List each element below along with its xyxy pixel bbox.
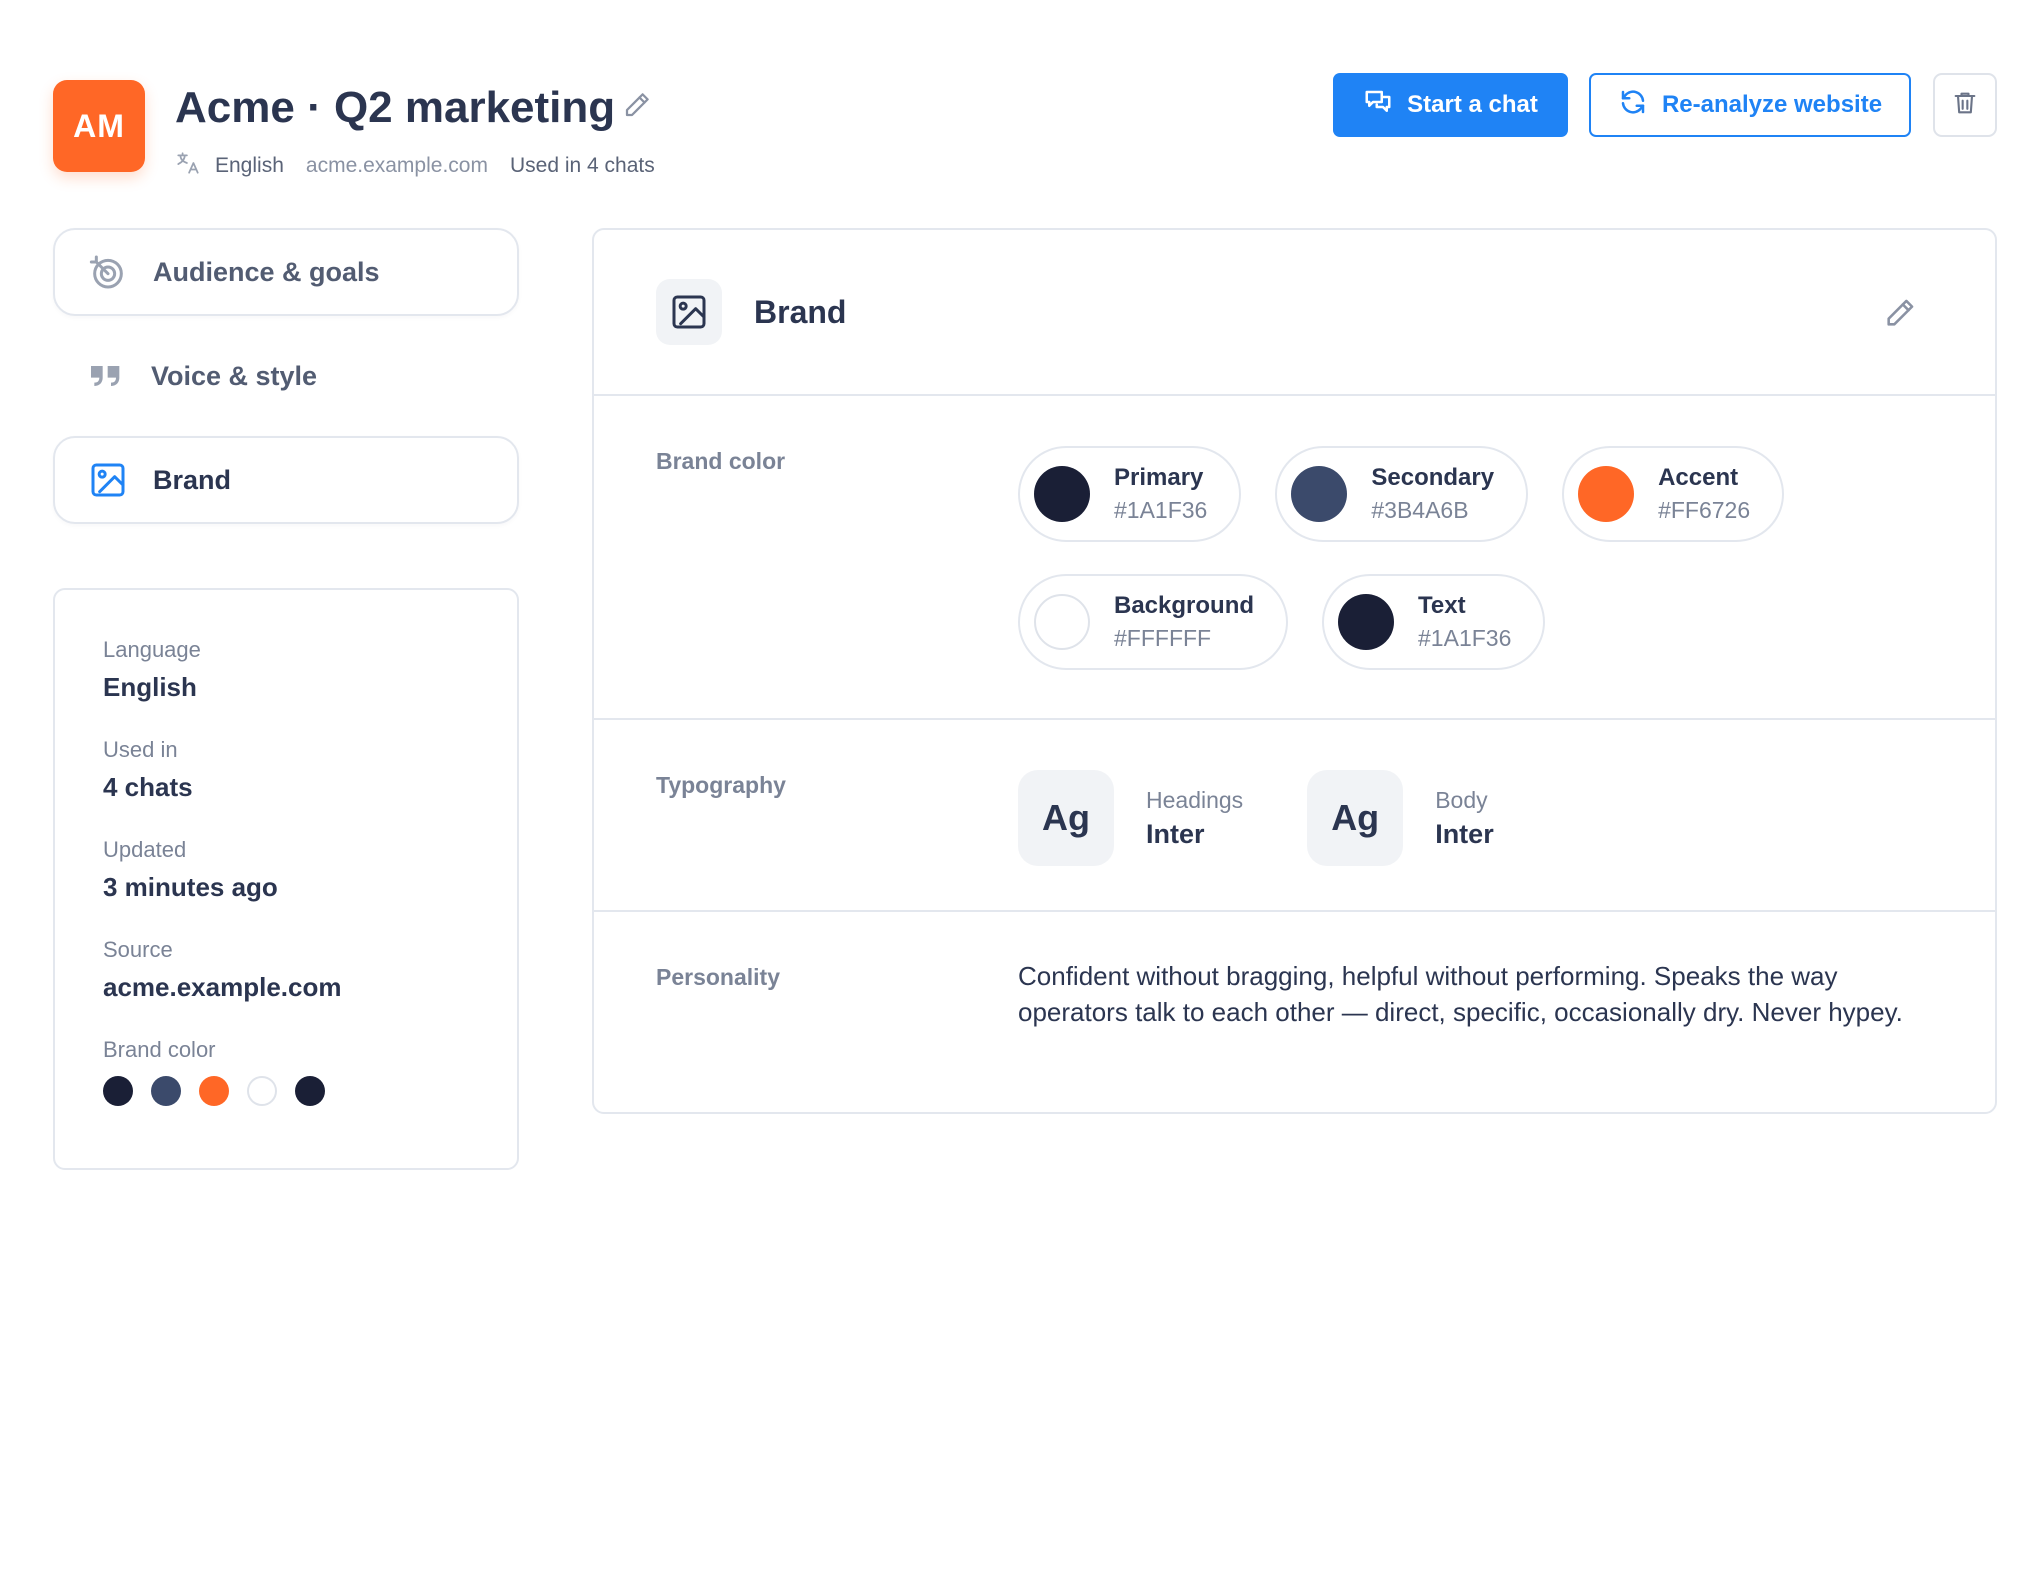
body-font: Ag Body Inter: [1307, 770, 1494, 866]
used-in-label: Used in: [103, 737, 178, 762]
color-swatch: [1578, 466, 1635, 522]
color-hex: #FF6726: [1658, 497, 1751, 523]
color-dot: [103, 1076, 133, 1106]
sidebar-item-label: Audience & goals: [153, 256, 380, 287]
project-info-card: Language English Used in 4 chats Updated…: [53, 588, 519, 1170]
start-chat-label: Start a chat: [1407, 91, 1538, 118]
color-swatch: [1338, 594, 1395, 650]
color-chip-primary[interactable]: Primary #1A1F36: [1018, 446, 1242, 542]
color-chip-background[interactable]: Background #FFFFFF: [1018, 574, 1289, 670]
domain-link[interactable]: acme.example.com: [306, 154, 488, 178]
color-name: Background: [1114, 592, 1255, 619]
section-label: Brand color: [656, 448, 786, 474]
personality-text: Confident without bragging, helpful with…: [1018, 961, 1903, 1027]
personality-section: Personality Confident without bragging, …: [594, 912, 1995, 1110]
color-name: Text: [1418, 592, 1466, 619]
section-label: Personality: [656, 964, 780, 990]
header-meta: English acme.example.com Used in 4 chats: [175, 150, 655, 182]
delete-button[interactable]: [1933, 73, 1997, 137]
color-name: Primary: [1114, 464, 1204, 491]
edit-title-pencil-icon[interactable]: [622, 90, 652, 120]
panel-header: Brand: [594, 230, 1995, 396]
updated-value: 3 minutes ago: [103, 872, 278, 902]
font-role: Headings: [1146, 787, 1244, 813]
color-chip-accent[interactable]: Accent #FF6726: [1562, 446, 1785, 542]
color-dot: [199, 1076, 229, 1106]
color-chips: Primary #1A1F36 Secondary #3B4A6B Accent…: [1018, 446, 1918, 670]
source-value: acme.example.com: [103, 972, 342, 1002]
font-family: Inter: [1435, 819, 1494, 849]
usage-text: Used in 4 chats: [509, 154, 655, 177]
color-dot: [295, 1076, 325, 1106]
sidebar-item-voice-style[interactable]: Voice & style: [53, 332, 519, 420]
refresh-icon: [1618, 87, 1648, 124]
language-label: Language: [103, 637, 201, 662]
color-hex: #FFFFFF: [1114, 625, 1212, 651]
edit-pencil-icon[interactable]: [1883, 296, 1917, 330]
color-swatch: [1034, 466, 1090, 522]
color-swatch: [1034, 594, 1090, 650]
sidebar-item-brand[interactable]: Brand: [53, 436, 519, 524]
section-label: Typography: [656, 772, 786, 798]
sidebar-item-label: Voice & style: [151, 360, 318, 391]
brand-color-dots: [103, 1076, 517, 1106]
brand-color-label: Brand color: [103, 1037, 216, 1062]
page-title: Acme · Q2 marketing: [175, 83, 616, 132]
color-swatch: [1291, 466, 1348, 522]
start-chat-button[interactable]: Start a chat: [1333, 73, 1568, 137]
typography-samples: Ag Headings Inter Ag Body Inter: [1018, 770, 1494, 866]
color-chip-secondary[interactable]: Secondary #3B4A6B: [1275, 446, 1529, 542]
font-sample: Ag: [1307, 770, 1404, 866]
brand-color-section: Brand color Primary #1A1F36 Secondary #3…: [594, 396, 1995, 720]
image-icon: [656, 279, 722, 345]
font-family: Inter: [1146, 819, 1205, 849]
source-label: Source: [103, 937, 173, 962]
used-in-value: 4 chats: [103, 772, 193, 802]
language-value: English: [103, 672, 197, 702]
sidebar-item-audience-goals[interactable]: Audience & goals: [53, 228, 519, 316]
color-name: Secondary: [1371, 464, 1495, 491]
reanalyze-label: Re-analyze website: [1661, 91, 1883, 118]
avatar: AM: [53, 80, 145, 172]
font-sample: Ag: [1018, 770, 1114, 866]
image-icon: [87, 459, 129, 501]
reanalyze-website-button[interactable]: Re-analyze website: [1589, 73, 1911, 137]
color-hex: #3B4A6B: [1371, 497, 1469, 523]
translate-icon: [175, 150, 201, 182]
font-role: Body: [1435, 787, 1488, 813]
panel-title: Brand: [754, 293, 847, 330]
headings-font: Ag Headings Inter: [1018, 770, 1243, 866]
trash-icon: [1951, 89, 1979, 122]
language-text: English: [215, 154, 284, 177]
brand-panel: Brand Brand color Primary #1A1F36 Second…: [592, 228, 1997, 1114]
updated-label: Updated: [103, 837, 187, 862]
color-chip-text[interactable]: Text #1A1F36: [1322, 574, 1546, 670]
sidebar-item-label: Brand: [153, 464, 232, 495]
color-dot: [247, 1076, 277, 1106]
chat-icon: [1363, 87, 1393, 124]
language-meta: English: [175, 150, 284, 182]
color-hex: #1A1F36: [1418, 625, 1512, 651]
typography-section: Typography Ag Headings Inter Ag Body Int…: [594, 720, 1995, 912]
color-dot: [151, 1076, 181, 1106]
color-hex: #1A1F36: [1114, 497, 1208, 523]
target-icon: [87, 251, 129, 293]
quote-icon: [85, 355, 127, 397]
color-name: Accent: [1658, 464, 1739, 491]
